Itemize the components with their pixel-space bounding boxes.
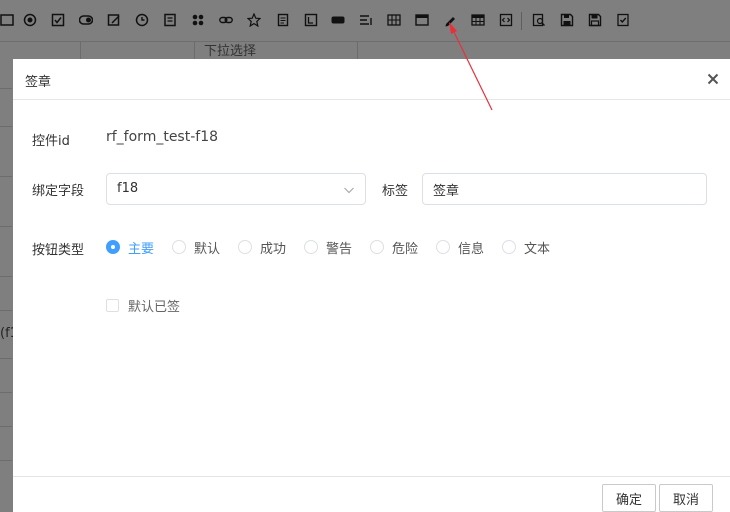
- bind-field-select[interactable]: f18: [106, 173, 366, 205]
- canvas-column-hint: 下拉选择: [204, 44, 257, 59]
- group-icon[interactable]: [191, 13, 205, 27]
- canvas-row-divider: [0, 392, 12, 393]
- canvas-row-divider: [0, 176, 12, 177]
- button-type-primary[interactable]: 主要: [106, 239, 155, 257]
- control-id-value: rf_form_test-f18: [106, 129, 219, 145]
- button-type-label: 按钮类型: [32, 243, 85, 258]
- radio-unchecked-icon: [502, 240, 516, 254]
- canvas-row-divider: [0, 460, 12, 461]
- publish-icon[interactable]: [616, 13, 630, 27]
- checkbox-unchecked-icon: [106, 298, 119, 312]
- control-id-label: 控件id: [32, 134, 70, 149]
- save-as-icon[interactable]: [588, 13, 602, 27]
- radio-label: 主要: [128, 241, 155, 257]
- radio-label: 信息: [458, 241, 485, 257]
- radio-label: 文本: [524, 241, 551, 257]
- button-type-text[interactable]: 文本: [502, 239, 551, 257]
- preview-icon[interactable]: [532, 13, 546, 27]
- edit-box-icon[interactable]: [107, 13, 121, 27]
- code-icon[interactable]: [499, 13, 513, 27]
- canvas-row-divider: [0, 276, 12, 277]
- canvas-row-divider: [0, 426, 12, 427]
- data-table-icon[interactable]: [471, 13, 485, 27]
- radio-checked-icon: [106, 240, 120, 254]
- button-type-danger[interactable]: 危险: [370, 239, 419, 257]
- document-icon[interactable]: [276, 13, 290, 27]
- radio-icon[interactable]: [23, 13, 37, 27]
- chevron-down-icon: [343, 184, 355, 196]
- radio-label: 危险: [392, 241, 419, 257]
- signature-dialog: 签章 控件id rf_form_test-f18 绑定字段 f18 标签 按钮类…: [13, 59, 730, 512]
- grid-icon[interactable]: [387, 13, 401, 27]
- link-icon[interactable]: [219, 13, 233, 27]
- form-icon[interactable]: [163, 13, 177, 27]
- tag-label: 标签: [382, 184, 409, 199]
- star-icon[interactable]: [247, 13, 261, 27]
- dialog-header: 签章: [13, 59, 730, 100]
- canvas-row-divider: [0, 126, 12, 127]
- canvas-row-divider: [0, 358, 12, 359]
- close-icon[interactable]: [705, 71, 721, 87]
- editor-toolbar: [0, 0, 730, 42]
- radio-unchecked-icon: [370, 240, 384, 254]
- bind-field-label: 绑定字段: [32, 184, 85, 199]
- radio-label: 警告: [326, 241, 353, 257]
- dialog-footer: 确定 取消: [13, 476, 730, 512]
- list-icon[interactable]: [359, 13, 373, 27]
- window-icon[interactable]: [415, 13, 429, 27]
- canvas-row-divider: [0, 226, 12, 227]
- button-icon[interactable]: [331, 13, 345, 27]
- button-type-default[interactable]: 默认: [172, 239, 221, 257]
- radio-unchecked-icon: [304, 240, 318, 254]
- radio-label: 成功: [260, 241, 287, 257]
- save-icon[interactable]: [560, 13, 574, 27]
- clock-icon[interactable]: [135, 13, 149, 27]
- toolbar-divider: [521, 12, 522, 30]
- radio-label: 默认: [194, 241, 221, 257]
- button-type-success[interactable]: 成功: [238, 239, 287, 257]
- cancel-button[interactable]: 取消: [659, 484, 713, 512]
- switch-icon[interactable]: [79, 13, 93, 27]
- dialog-title: 签章: [25, 75, 52, 90]
- confirm-button[interactable]: 确定: [602, 484, 656, 512]
- radio-unchecked-icon: [172, 240, 186, 254]
- radio-unchecked-icon: [436, 240, 450, 254]
- checkbox-icon[interactable]: [51, 13, 65, 27]
- tag-input[interactable]: [422, 173, 707, 205]
- canvas-row-divider: [0, 88, 12, 89]
- button-type-warning[interactable]: 警告: [304, 239, 353, 257]
- canvas-row-divider: [0, 310, 12, 311]
- bind-field-value: f18: [117, 181, 139, 196]
- radio-unchecked-icon: [238, 240, 252, 254]
- button-type-info[interactable]: 信息: [436, 239, 485, 257]
- table-icon[interactable]: [0, 13, 14, 27]
- label-icon[interactable]: [304, 13, 318, 27]
- pen-icon[interactable]: [443, 13, 457, 27]
- default-signed-label: 默认已签: [128, 299, 181, 315]
- default-signed-checkbox[interactable]: 默认已签: [106, 297, 181, 315]
